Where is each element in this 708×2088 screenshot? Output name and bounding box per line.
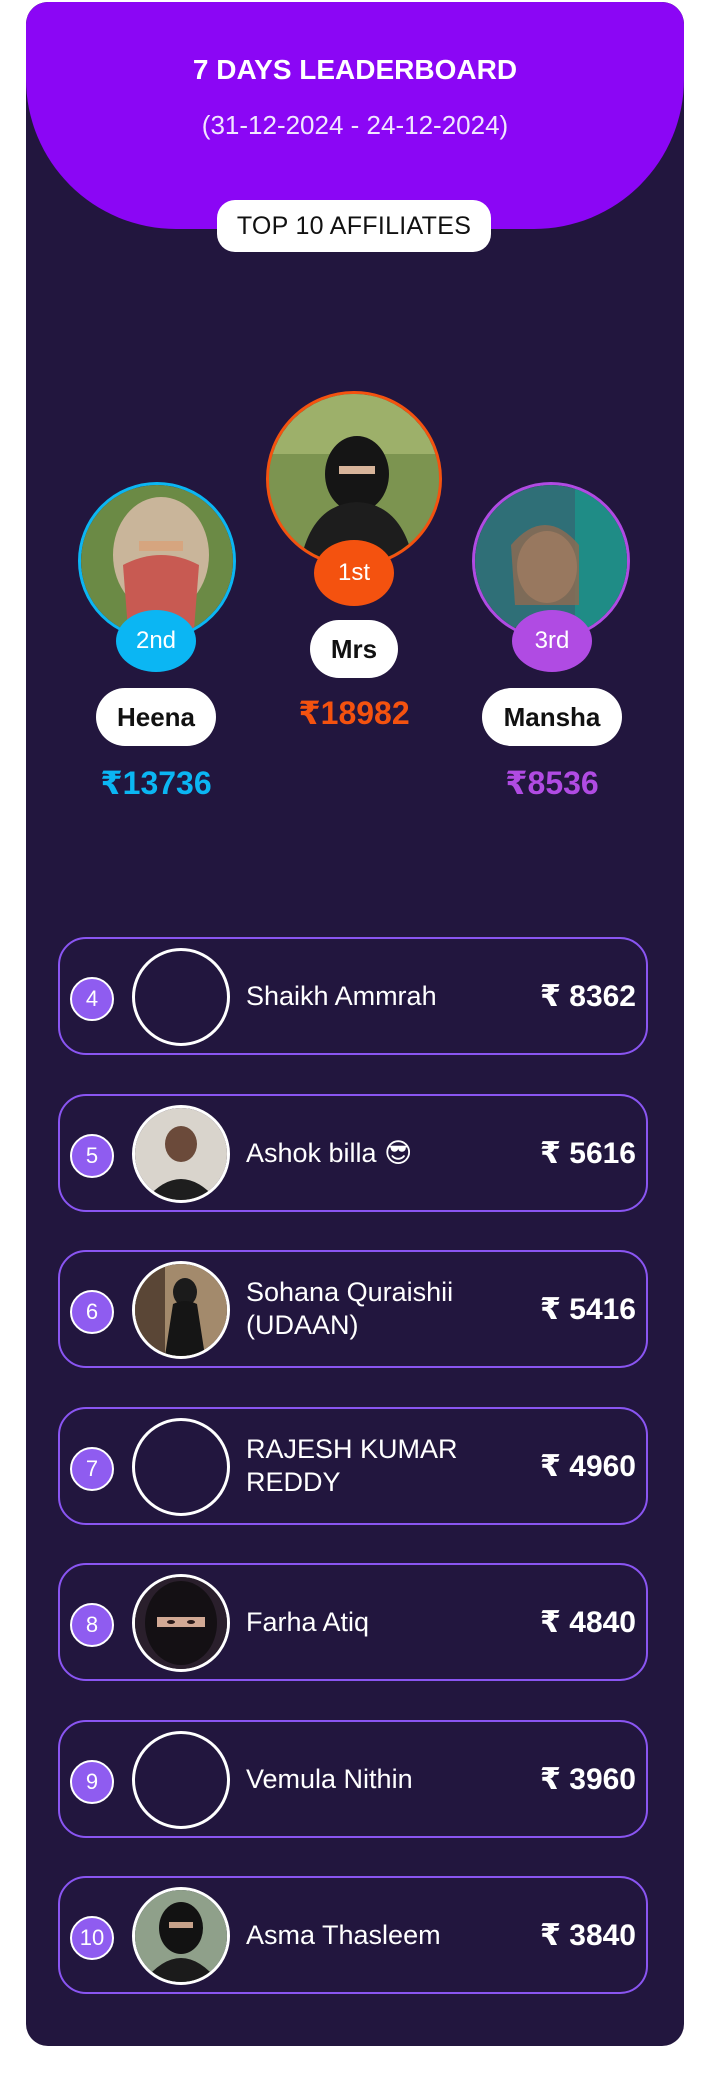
affiliate-amount: ₹ 5416 [540,1292,636,1326]
avatar [132,948,230,1046]
leaderboard-header: 7 DAYS LEADERBOARD (31-12-2024 - 24-12-2… [26,2,684,229]
rank-number: 6 [70,1290,114,1334]
leaderboard-row[interactable]: 8 Farha Atiq ₹ 4840 [58,1563,648,1681]
top-affiliates-label: TOP 10 AFFILIATES [217,200,491,252]
leaderboard-row[interactable]: 4 Shaikh Ammrah ₹ 8362 [58,937,648,1055]
leaderboard-row[interactable]: 6 Sohana Quraishii (UDAAN) ₹ 5416 [58,1250,648,1368]
affiliate-name: Sohana Quraishii (UDAAN) [246,1277,454,1340]
rank-number: 5 [70,1134,114,1178]
affiliate-name: RAJESH KUMAR REDDY [246,1434,458,1497]
leaderboard-row[interactable]: 5 Ashok billa 😎 ₹ 5616 [58,1094,648,1212]
avatar [132,1261,230,1359]
affiliate-amount: ₹ 5616 [540,1136,636,1170]
first-place-badge: 1st [314,540,394,606]
leaderboard-card: 7 DAYS LEADERBOARD (31-12-2024 - 24-12-2… [26,2,684,2046]
third-place-amount: ₹8536 [505,765,599,801]
third-place-name: Mansha [482,688,622,746]
avatar [132,1887,230,1985]
affiliate-name: Shaikh Ammrah [246,980,437,1011]
person-photo-icon [135,1108,227,1200]
leaderboard-row[interactable]: 7 RAJESH KUMAR REDDY ₹ 4960 [58,1407,648,1525]
second-place-badge: 2nd [116,610,196,672]
second-place-amount: ₹13736 [100,765,212,801]
first-place-amount: ₹18982 [298,695,410,731]
affiliate-name: Farha Atiq [246,1606,370,1637]
affiliate-amount: ₹ 4960 [540,1449,636,1483]
veiled-person-icon [135,1577,227,1669]
rank-number: 9 [70,1760,114,1804]
avatar [132,1731,230,1829]
affiliate-name: Ashok billa 😎 [246,1137,413,1168]
avatar [132,1105,230,1203]
leaderboard-row[interactable]: 9 Vemula Nithin ₹ 3960 [58,1720,648,1838]
veiled-person-icon [135,1890,227,1982]
first-place-name: Mrs [310,620,398,678]
leaderboard-title: 7 DAYS LEADERBOARD [192,54,518,85]
affiliate-amount: ₹ 3960 [540,1762,636,1796]
rank-number: 8 [70,1603,114,1647]
affiliate-name: Vemula Nithin [246,1763,413,1794]
second-place-name: Heena [96,688,216,746]
date-range: (31-12-2024 - 24-12-2024) [201,110,509,140]
rank-number: 4 [70,977,114,1021]
affiliate-name: Asma Thasleem [246,1919,441,1950]
avatar [132,1418,230,1516]
affiliate-amount: ₹ 8362 [540,979,636,1013]
leaderboard-row[interactable]: 10 Asma Thasleem ₹ 3840 [58,1876,648,1994]
affiliate-amount: ₹ 3840 [540,1918,636,1952]
avatar [132,1574,230,1672]
rank-number: 7 [70,1447,114,1491]
third-place-badge: 3rd [512,610,592,672]
rank-number: 10 [70,1916,114,1960]
person-photo-icon [135,1264,227,1356]
affiliate-amount: ₹ 4840 [540,1605,636,1639]
